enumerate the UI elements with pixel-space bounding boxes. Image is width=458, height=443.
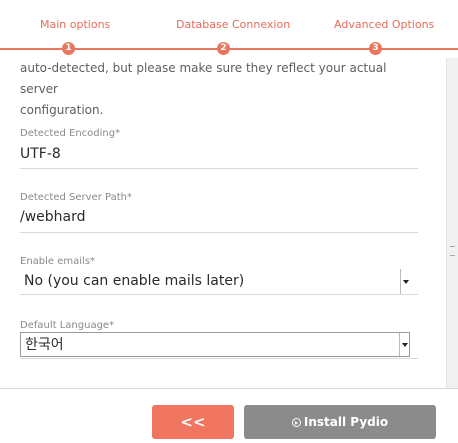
- step-3-badge[interactable]: 3: [369, 42, 382, 55]
- language-underline: [20, 358, 418, 359]
- emails-dropdown-arrow-icon[interactable]: [400, 269, 410, 294]
- step-2-badge[interactable]: 2: [217, 42, 230, 55]
- emails-underline: [20, 294, 418, 295]
- scrollbar-grip-icon[interactable]: [450, 246, 455, 256]
- back-button[interactable]: <<: [152, 405, 234, 439]
- encoding-field[interactable]: UTF-8: [20, 146, 61, 162]
- intro-line-2: configuration.: [20, 103, 104, 117]
- step-database-connexion[interactable]: Database Connexion: [176, 18, 290, 31]
- encoding-label: Detected Encoding*: [20, 128, 121, 139]
- install-pydio-button[interactable]: Install Pydio: [244, 405, 436, 439]
- step-advanced-options[interactable]: Advanced Options: [334, 18, 434, 31]
- intro-text: auto-detected, but please make sure they…: [20, 58, 420, 121]
- encoding-underline: [20, 168, 418, 169]
- advanced-options-form: auto-detected, but please make sure they…: [0, 58, 446, 388]
- emails-select[interactable]: No (you can enable mails later): [20, 269, 410, 294]
- install-button-label: Install Pydio: [303, 415, 389, 429]
- wizard-footer: << Install Pydio: [0, 388, 458, 443]
- step-1-badge[interactable]: 1: [62, 42, 75, 55]
- form-scrollbar[interactable]: [446, 58, 458, 388]
- language-select[interactable]: 한국어: [20, 332, 410, 357]
- language-label: Default Language*: [20, 320, 115, 331]
- intro-line-1: auto-detected, but please make sure they…: [20, 61, 387, 96]
- emails-label: Enable emails*: [20, 256, 96, 267]
- wizard-stepper: Main options Database Connexion Advanced…: [0, 0, 458, 58]
- emails-selected-value: No (you can enable mails later): [24, 273, 245, 289]
- language-dropdown-arrow-icon[interactable]: [399, 333, 409, 356]
- server-path-underline: [20, 232, 418, 233]
- play-circle-icon: [291, 418, 301, 427]
- server-path-field[interactable]: /webhard: [20, 209, 86, 225]
- step-main-options[interactable]: Main options: [40, 18, 110, 31]
- server-path-label: Detected Server Path*: [20, 192, 132, 203]
- language-selected-value: 한국어: [25, 337, 64, 353]
